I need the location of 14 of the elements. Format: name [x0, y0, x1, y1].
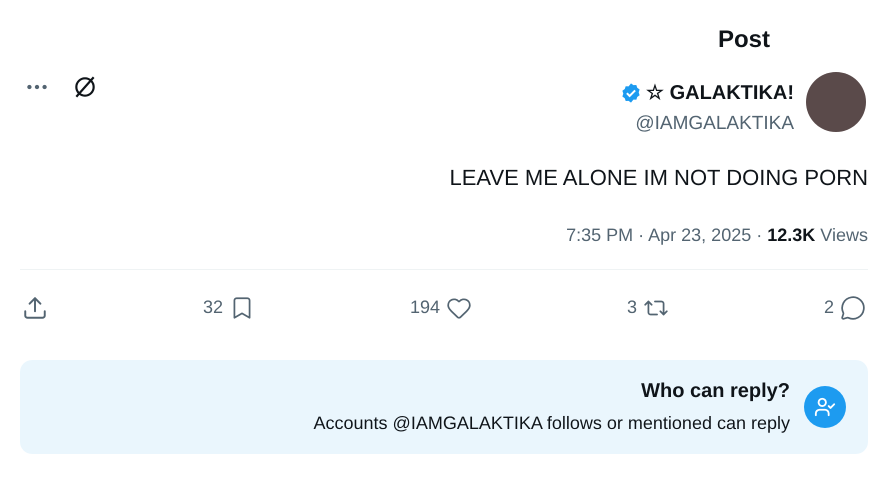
- reply-notice-text: Accounts @IAMGALAKTIKA follows or mentioned can reply: [314, 412, 790, 435]
- action-count: 2: [824, 296, 834, 319]
- author-name[interactable]: ☆ GALAKTIKA!: [646, 78, 794, 108]
- action-count: 194: [410, 296, 440, 319]
- post-meta: 7:35 PM · Apr 23, 2025 · 12.3K Views: [566, 224, 868, 247]
- post-text: LEAVE ME ALONE IM NOT DOING PORN: [450, 164, 868, 192]
- author-handle[interactable]: @IAMGALAKTIKA: [635, 110, 794, 138]
- user-check-icon: [804, 386, 846, 428]
- page-title: Post: [718, 25, 770, 55]
- reply-icon[interactable]: [840, 294, 866, 320]
- share-icon[interactable]: [22, 294, 48, 320]
- action-count: 3: [626, 296, 637, 319]
- reply-notice-title: Who can reply?: [641, 379, 790, 404]
- action-count: 32: [202, 296, 223, 319]
